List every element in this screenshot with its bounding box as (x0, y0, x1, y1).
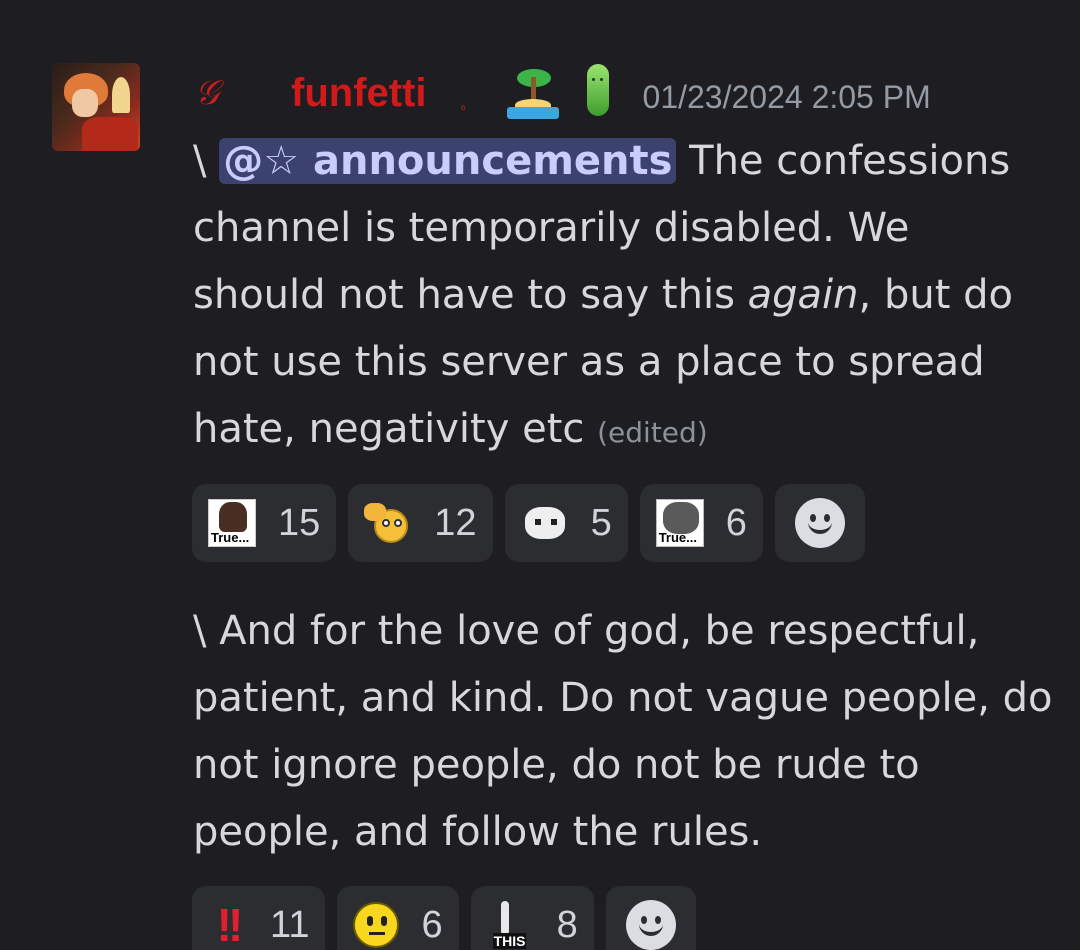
message-paragraph-2: \ And for the love of god, be respectful… (193, 608, 1053, 855)
thumbs-up-smiley-emoji-icon (364, 499, 412, 547)
message-timestamp[interactable]: 01/23/2024 2:05 PM (643, 79, 931, 116)
reaction-neutral-face[interactable]: 6 (337, 886, 459, 950)
reaction-this[interactable]: THIS 8 (470, 886, 594, 950)
add-reaction-button-2[interactable] (605, 886, 696, 950)
add-reaction-button[interactable] (774, 484, 865, 562)
add-reaction-icon (794, 498, 845, 548)
reaction-bar-1: True... 15 12 5 True... 6 (192, 484, 865, 562)
message-header: 𝒢 funfetti 。 01/23/2024 2:05 PM (195, 58, 931, 128)
message-paragraph-1: \ @☆ announcements The confessions chann… (193, 128, 1053, 466)
this-emoji-icon: THIS (487, 901, 535, 949)
reaction-count: 12 (434, 501, 477, 544)
true-cat-emoji-icon: True... (655, 499, 704, 547)
reaction-true-cat[interactable]: True... 6 (639, 484, 763, 562)
reaction-true-meme[interactable]: True... 15 (192, 484, 337, 562)
reaction-count: 6 (725, 501, 747, 544)
palm-tree-island-icon (505, 63, 561, 123)
separator-dot: 。 (460, 97, 475, 113)
reaction-count: 8 (556, 903, 578, 946)
avatar[interactable] (52, 63, 140, 151)
reaction-count: 15 (278, 501, 321, 544)
reaction-bar-2: !! 11 6 THIS 8 (192, 886, 696, 950)
add-reaction-icon (625, 900, 676, 950)
true-meme-emoji-icon: True... (208, 499, 256, 547)
double-exclamation-emoji-icon: !! (216, 899, 244, 950)
channel-mention[interactable]: @☆ announcements (219, 138, 677, 184)
reaction-thumbs-up[interactable]: 12 (348, 484, 493, 562)
username[interactable]: funfetti (291, 71, 427, 116)
italic-text: again (747, 272, 859, 318)
reaction-count: 11 (270, 903, 310, 946)
reaction-count: 6 (421, 903, 443, 946)
role-icon: 𝒢 (195, 73, 220, 113)
backslash-prefix: \ (193, 138, 220, 184)
white-cat-emoji-icon (521, 499, 569, 547)
pickle-icon (586, 64, 609, 116)
neutral-face-emoji-icon (353, 902, 400, 948)
reaction-white-cat[interactable]: 5 (504, 484, 628, 562)
reaction-double-exclamation[interactable]: !! 11 (192, 886, 326, 950)
edited-label: (edited) (597, 416, 708, 449)
reaction-count: 5 (590, 501, 612, 544)
